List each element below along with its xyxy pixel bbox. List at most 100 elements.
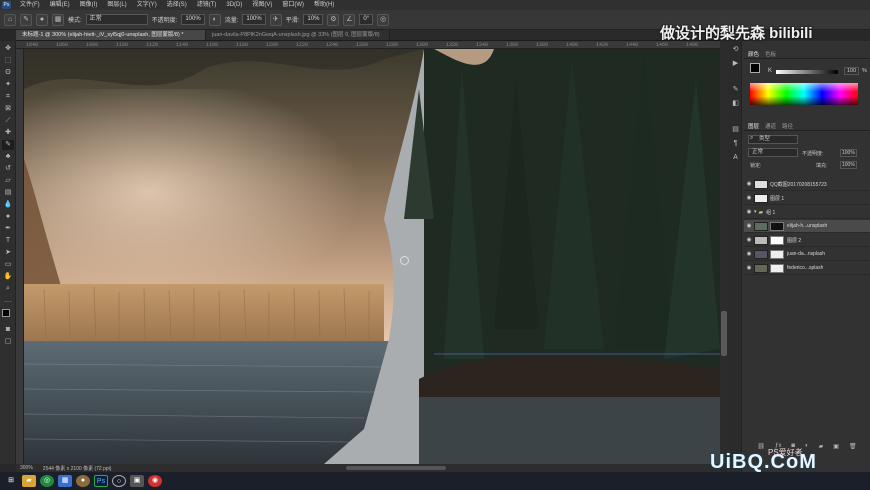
- visibility-eye-icon[interactable]: ◉: [744, 265, 754, 271]
- home-icon[interactable]: ⌂: [4, 13, 16, 26]
- delete-layer-icon[interactable]: 🗑: [849, 443, 857, 453]
- app-icon[interactable]: ▣: [130, 475, 144, 487]
- quick-select-tool-icon[interactable]: ✦: [2, 80, 14, 90]
- screen-mode-icon[interactable]: ▢: [2, 337, 14, 347]
- menu-window[interactable]: 窗口(W): [277, 0, 309, 10]
- menu-layer[interactable]: 图层(L): [102, 0, 131, 10]
- smooth-field[interactable]: 10%: [303, 14, 324, 25]
- adjust-panel-icon[interactable]: ◧: [731, 99, 740, 108]
- layer-row[interactable]: ◉ juan-da...nsplash: [744, 248, 870, 261]
- layer-row[interactable]: ◉ federico...splash: [744, 262, 870, 275]
- layer-opacity-field[interactable]: 100%: [840, 149, 857, 157]
- horizontal-scroll-thumb[interactable]: [346, 466, 446, 470]
- quick-mask-icon[interactable]: ◙: [2, 325, 14, 335]
- foreground-swatch[interactable]: [750, 63, 760, 73]
- menu-edit[interactable]: 编辑(E): [45, 0, 75, 10]
- eraser-tool-icon[interactable]: ▱: [2, 176, 14, 186]
- k-value-field[interactable]: 100: [844, 67, 860, 75]
- tab-paths[interactable]: 路径: [782, 122, 793, 130]
- airbrush-icon[interactable]: ✈: [269, 13, 282, 26]
- menu-3d[interactable]: 3D(D): [221, 0, 247, 10]
- menu-view[interactable]: 视图(V): [247, 0, 277, 10]
- hand-tool-icon[interactable]: ✋: [2, 272, 14, 282]
- clone-stamp-tool-icon[interactable]: ♣: [2, 152, 14, 162]
- app-icon[interactable]: ●: [76, 475, 90, 487]
- fill-field[interactable]: 100%: [840, 161, 857, 169]
- layer-row[interactable]: ◉ elijah-h...unsplash: [744, 220, 870, 233]
- rectangle-tool-icon[interactable]: ▭: [2, 260, 14, 270]
- document-canvas[interactable]: [24, 49, 720, 464]
- layer-filter-select[interactable]: 类型: [748, 135, 798, 144]
- chrome-icon[interactable]: ◎: [40, 475, 54, 487]
- brush-panel-icon[interactable]: ✎: [731, 85, 740, 94]
- vertical-scrollbar[interactable]: [720, 41, 728, 464]
- file-explorer-icon[interactable]: ▰: [22, 475, 36, 487]
- foreground-color-swatch[interactable]: [2, 309, 10, 317]
- lasso-tool-icon[interactable]: ʘ: [2, 68, 14, 78]
- tab-layers[interactable]: 图层: [748, 122, 759, 130]
- pen-tool-icon[interactable]: ✒: [2, 224, 14, 234]
- type-tool-icon[interactable]: T: [2, 236, 14, 246]
- blur-tool-icon[interactable]: 💧: [2, 200, 14, 210]
- move-tool-icon[interactable]: ✥: [2, 44, 14, 54]
- visibility-eye-icon[interactable]: ◉: [744, 181, 754, 187]
- app-icon[interactable]: ▦: [58, 475, 72, 487]
- layer-mask-thumbnail[interactable]: [770, 221, 784, 231]
- menu-type[interactable]: 文字(Y): [132, 0, 162, 10]
- blend-mode-select[interactable]: 正常: [748, 148, 798, 157]
- dodge-tool-icon[interactable]: ●: [2, 212, 14, 222]
- opacity-field[interactable]: 100%: [181, 14, 205, 25]
- layer-row[interactable]: ◉ QQ截图20170208155723: [744, 178, 870, 191]
- brush-settings-icon[interactable]: ●: [36, 13, 48, 26]
- brush-tool-icon[interactable]: ✎: [2, 140, 14, 150]
- layer-mask-thumbnail[interactable]: [770, 263, 784, 273]
- healing-brush-tool-icon[interactable]: ✚: [2, 128, 14, 138]
- vertical-scroll-thumb[interactable]: [721, 311, 727, 356]
- eyedropper-tool-icon[interactable]: ⟋: [2, 116, 14, 126]
- smooth-options-gear-icon[interactable]: ⚙: [327, 13, 340, 26]
- layer-row[interactable]: ◉ 图层 1: [744, 192, 870, 205]
- k-slider[interactable]: [776, 70, 838, 74]
- visibility-eye-icon[interactable]: ◉: [744, 195, 754, 201]
- layer-mask-thumbnail[interactable]: [770, 235, 784, 245]
- marquee-tool-icon[interactable]: ⬚: [2, 56, 14, 66]
- menu-image[interactable]: 图像(I): [75, 0, 103, 10]
- menu-filter[interactable]: 滤镜(T): [192, 0, 222, 10]
- path-selection-tool-icon[interactable]: ➤: [2, 248, 14, 258]
- visibility-eye-icon[interactable]: ◉: [744, 251, 754, 257]
- photoshop-taskbar-icon[interactable]: Ps: [94, 475, 108, 487]
- visibility-eye-icon[interactable]: ◉: [744, 223, 754, 229]
- tab-channels[interactable]: 通道: [765, 122, 776, 130]
- menu-select[interactable]: 选择(S): [162, 0, 192, 10]
- visibility-eye-icon[interactable]: ◉: [744, 209, 754, 215]
- crop-tool-icon[interactable]: ⌗: [2, 92, 14, 102]
- zoom-level[interactable]: 300%: [20, 465, 33, 471]
- app-icon[interactable]: ○: [112, 475, 126, 487]
- paragraph-panel-icon[interactable]: ¶: [731, 139, 740, 148]
- pressure-opacity-icon[interactable]: ◐: [208, 13, 221, 26]
- brush-panel-icon[interactable]: ▦: [52, 13, 64, 26]
- gradient-tool-icon[interactable]: ▤: [2, 188, 14, 198]
- properties-panel-icon[interactable]: ▤: [731, 125, 740, 134]
- group-chevron-icon[interactable]: ▾: [754, 209, 757, 215]
- more-tools-icon[interactable]: …: [2, 296, 14, 306]
- tab-color[interactable]: 颜色: [748, 50, 759, 58]
- new-group-icon[interactable]: ▰: [819, 443, 824, 453]
- flow-field[interactable]: 100%: [242, 14, 266, 25]
- tab-document-1[interactable]: 未标题-1 @ 300% (elijah-hiett-_iV_syl5qj0-u…: [16, 30, 206, 40]
- app-icon[interactable]: ◉: [148, 475, 162, 487]
- brush-preset-icon[interactable]: ✎: [20, 13, 32, 26]
- layer-row[interactable]: ◉ 图层 2: [744, 234, 870, 247]
- menu-file[interactable]: 文件(F): [15, 0, 45, 10]
- tab-swatches[interactable]: 色板: [765, 50, 776, 58]
- frame-tool-icon[interactable]: ⊠: [2, 104, 14, 114]
- layer-mask-thumbnail[interactable]: [770, 249, 784, 259]
- actions-panel-icon[interactable]: ▶: [731, 59, 740, 68]
- menu-help[interactable]: 帮助(H): [309, 0, 339, 10]
- history-panel-icon[interactable]: ⟲: [731, 45, 740, 54]
- tab-document-2[interactable]: juan-davila-P8PlK2nGwqA-unsplash.jpg @ 3…: [206, 30, 390, 40]
- zoom-tool-icon[interactable]: ⌕: [2, 284, 14, 294]
- angle-field[interactable]: 0°: [359, 14, 374, 25]
- mode-select[interactable]: 正常: [85, 14, 148, 25]
- new-layer-icon[interactable]: ▣: [833, 443, 839, 453]
